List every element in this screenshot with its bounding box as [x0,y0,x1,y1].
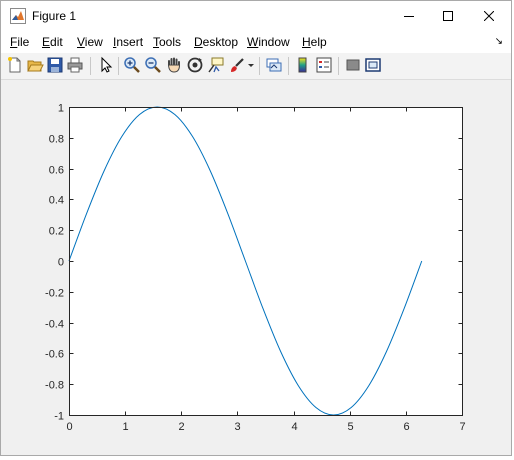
menu-view[interactable]: View [77,35,103,49]
y-tick-label: 0 [58,257,64,269]
toolbar-separator [90,57,91,75]
axes-background [69,107,462,415]
hide-plot-tools-icon[interactable] [344,56,362,74]
x-tick-label: 0 [66,421,72,433]
menu-window[interactable]: Window [247,35,290,49]
toolbar-separator [118,57,119,75]
print-icon[interactable] [66,56,84,74]
y-tick-label: 0.8 [49,134,64,146]
x-tick-label: 3 [234,421,240,433]
toolbar-separator [288,57,289,75]
new-figure-icon[interactable] [6,56,24,74]
y-tick-label: -1 [54,411,64,423]
figure-canvas[interactable]: 0 1 2 3 4 5 6 7 -1 -0.8 -0.6 -0.4 -0.2 0 0.2 0.4 0.6 0.8 1 [2,80,510,455]
menu-tools[interactable]: Tools [153,35,181,49]
y-tick-label: -0.4 [45,319,64,331]
zoom-in-icon[interactable] [123,56,141,74]
menu-file[interactable]: File [10,35,29,49]
brush-icon[interactable] [228,56,246,74]
x-tick-label: 4 [291,421,297,433]
y-tick-label: 1 [58,103,64,115]
y-tick-label: 0.2 [49,226,64,238]
zoom-out-icon[interactable] [144,56,162,74]
y-tick-label: 0.6 [49,165,64,177]
insert-legend-icon[interactable] [315,56,333,74]
menu-help[interactable]: Help [302,35,327,49]
minimize-button[interactable] [388,1,429,31]
show-plot-tools-icon[interactable] [364,56,382,74]
rotate-3d-icon[interactable] [186,56,204,74]
menu-insert[interactable]: Insert [113,35,143,49]
data-cursor-icon[interactable] [207,56,225,74]
title-bar[interactable]: Figure 1 [1,1,511,31]
y-tick-label: 0.4 [49,195,64,207]
pan-hand-icon[interactable] [165,56,183,74]
close-button[interactable] [468,1,509,31]
edit-plot-arrow-icon[interactable] [97,56,115,74]
link-plot-icon[interactable] [265,56,283,74]
window-title: Figure 1 [32,9,77,23]
close-icon [483,11,494,21]
y-tick-label: -0.2 [45,288,64,300]
brush-dropdown-icon[interactable] [246,56,256,74]
toolbar-separator [338,57,339,75]
matlab-logo-icon [10,8,26,24]
menu-edit[interactable]: Edit [42,35,63,49]
menu-bar: File Edit View Insert Tools Desktop Wind… [1,31,511,53]
x-tick-label: 2 [178,421,184,433]
minimize-icon [403,16,414,17]
toolbar-separator [259,57,260,75]
y-tick-label: -0.8 [45,380,64,392]
x-tick-label: 1 [122,421,128,433]
plot-axes[interactable]: 0 1 2 3 4 5 6 7 -1 -0.8 -0.6 -0.4 -0.2 0 0.2 0.4 0.6 0.8 1 [2,80,510,455]
save-icon[interactable] [46,56,64,74]
figure-window: Figure 1 File Edit View Insert Tools Des… [0,0,512,456]
open-file-icon[interactable] [26,56,44,74]
figure-toolbar [1,53,511,80]
menu-desktop[interactable]: Desktop [194,35,238,49]
x-tick-label: 7 [459,421,465,433]
insert-colorbar-icon[interactable] [294,56,312,74]
x-tick-label: 5 [347,421,353,433]
menu-overflow-icon[interactable]: ↘ [495,36,503,47]
y-tick-label: -0.6 [45,349,64,361]
maximize-icon [442,11,453,21]
x-tick-label: 6 [403,421,409,433]
maximize-button[interactable] [427,1,468,31]
